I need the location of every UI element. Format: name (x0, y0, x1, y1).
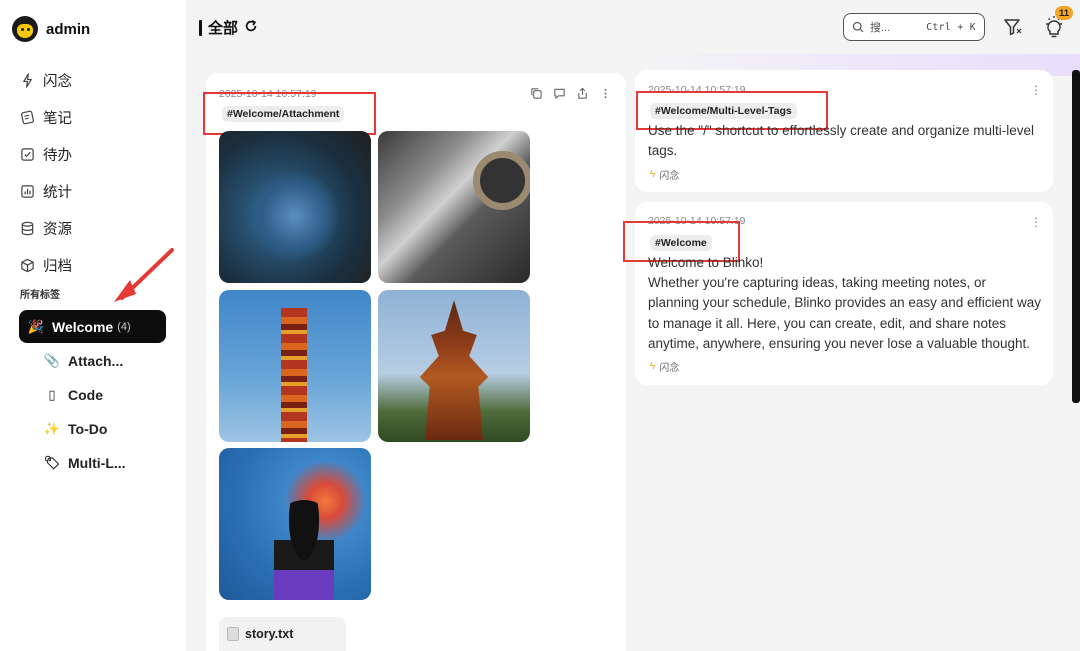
nav-item-notes[interactable]: 笔记 (20, 99, 72, 136)
filter-icon[interactable] (1002, 16, 1024, 38)
sparkles-icon: ✨ (43, 421, 61, 436)
nav-item-label: 闪念 (43, 74, 72, 90)
note-type-footer: ϟ 闪念 (650, 167, 679, 182)
note-text-line: anytime, anywhere, ensuring you never lo… (648, 336, 1030, 351)
tag-item-code[interactable]: ▯ Code (44, 378, 126, 412)
sidebar: admin 闪念 笔记 待办 统计 资源 归档 所有标签 🎉 Welcome (… (0, 0, 186, 651)
checklist-icon (20, 147, 35, 162)
nav-item-resources[interactable]: 资源 (20, 210, 72, 247)
tags-heading: 所有标签 (20, 290, 60, 301)
note-actions (530, 87, 612, 100)
image-fireworks[interactable] (219, 448, 371, 600)
note-text-line: Whether you're capturing ideas, taking m… (648, 275, 987, 290)
main-nav: 闪念 笔记 待办 统计 资源 归档 (20, 62, 72, 284)
note-type-label: 闪念 (659, 171, 680, 182)
tag-label: To-Do (68, 421, 108, 437)
avatar[interactable] (12, 16, 38, 42)
share-icon[interactable] (576, 87, 589, 100)
file-attachment[interactable]: story.txt (219, 617, 346, 651)
search-input[interactable]: 搜... Ctrl + K (843, 13, 985, 41)
username: admin (46, 20, 91, 38)
note-type-footer: ϟ 闪念 (650, 359, 679, 374)
nav-item-flash[interactable]: 闪念 (20, 62, 72, 99)
nav-item-label: 统计 (43, 185, 72, 201)
image-brick-tower[interactable] (219, 290, 371, 442)
nav-item-label: 待办 (43, 148, 72, 164)
refresh-icon[interactable] (244, 19, 258, 37)
note-text-line: to manage it all. Here, you can create, … (648, 316, 1006, 331)
copy-icon[interactable] (530, 87, 543, 100)
search-shortcut: Ctrl + K (926, 21, 976, 33)
image-pagoda[interactable] (378, 290, 530, 442)
more-vertical-icon[interactable] (599, 87, 612, 100)
page-title-text: 全部 (208, 20, 239, 37)
subtag-list: 📎 Attach... ▯ Code ✨ To-Do 🏷 Multi-L... (44, 344, 126, 480)
title-accent-bar (199, 19, 202, 36)
user-profile[interactable]: admin (12, 16, 90, 42)
page-title: 全部 (199, 17, 258, 38)
file-icon (227, 627, 239, 641)
search-placeholder: 搜... (870, 22, 891, 34)
tag-label: Multi-L... (68, 455, 126, 471)
note-text-line: tags. (648, 143, 678, 158)
tag-item-welcome[interactable]: 🎉 Welcome (4) (19, 310, 166, 343)
party-popper-icon: 🎉 (27, 318, 45, 334)
search-icon (852, 21, 864, 33)
annotation-arrow (114, 248, 174, 302)
database-icon (20, 221, 35, 236)
note-type-label: 闪念 (659, 363, 680, 374)
nav-item-label: 笔记 (43, 111, 72, 127)
tag-item-attachment[interactable]: 📎 Attach... (44, 344, 126, 378)
more-vertical-icon[interactable]: ⋮ (1030, 216, 1042, 228)
annotation-box (203, 92, 376, 135)
nav-item-archive[interactable]: 归档 (20, 247, 72, 284)
image-engine[interactable] (378, 131, 530, 283)
more-vertical-icon[interactable]: ⋮ (1030, 84, 1042, 96)
nav-item-label: 资源 (43, 222, 72, 238)
note-text-line: Welcome to Blinko! (648, 255, 764, 270)
note-text-line: Use the "/" shortcut to effortlessly cre… (648, 123, 1035, 138)
note-text-line: planning your schedule, Blinko provides … (648, 295, 1041, 310)
tag-item-multi-level[interactable]: 🏷 Multi-L... (44, 446, 126, 480)
chart-icon (20, 184, 35, 199)
file-name: story.txt (245, 627, 294, 641)
nav-item-todo[interactable]: 待办 (20, 136, 72, 173)
label-tag-icon: 🏷 (43, 455, 61, 470)
code-icon: ▯ (48, 387, 56, 402)
tag-count: (4) (117, 320, 131, 333)
tag-label: Welcome (52, 318, 114, 335)
note-icon (20, 110, 35, 125)
image-blue-hands[interactable] (219, 131, 371, 283)
nav-item-label: 归档 (43, 259, 72, 275)
tag-label: Code (68, 387, 103, 403)
lightning-icon: ϟ (650, 169, 656, 180)
archive-box-icon (20, 258, 35, 273)
comment-icon[interactable] (553, 87, 566, 100)
paperclip-icon: 📎 (43, 353, 61, 368)
tag-item-todo[interactable]: ✨ To-Do (44, 412, 126, 446)
lightning-icon: ϟ (650, 361, 656, 372)
lightning-icon (20, 73, 35, 88)
notification-badge: 11 (1055, 6, 1073, 20)
tag-label: Attach... (68, 353, 124, 369)
scrollbar[interactable] (1072, 70, 1080, 403)
nav-item-stats[interactable]: 统计 (20, 173, 72, 210)
